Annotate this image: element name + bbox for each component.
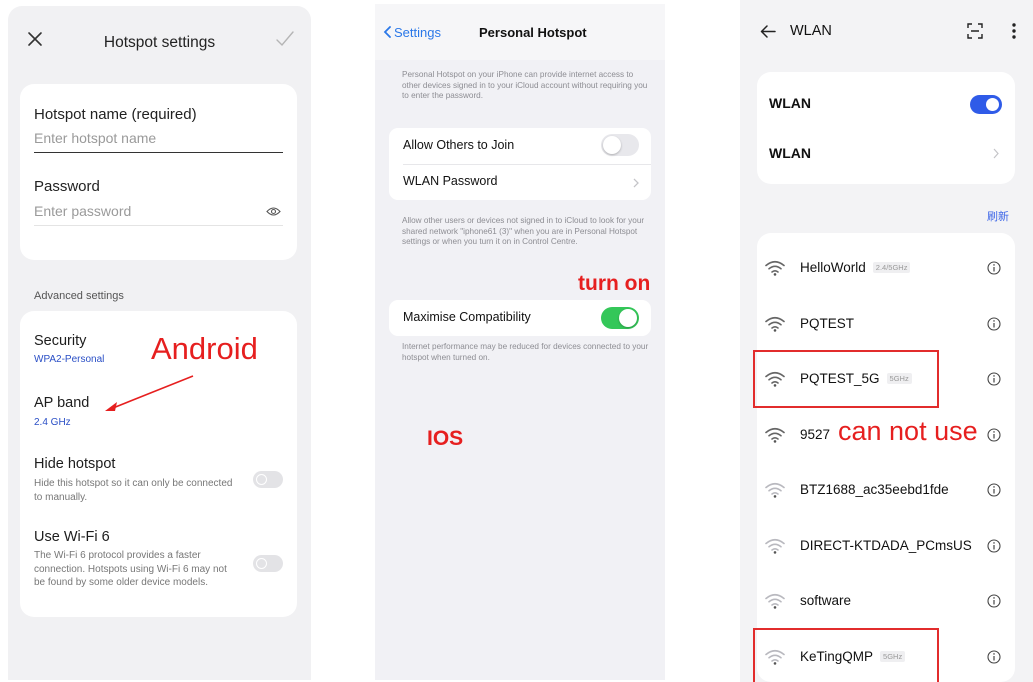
turn-on-annotation: turn on: [578, 272, 651, 295]
hide-hotspot-title: Hide hotspot: [34, 456, 116, 472]
ios-navbar: Settings Personal Hotspot: [375, 4, 665, 60]
wifi-icon: [765, 538, 785, 554]
info-icon[interactable]: [987, 427, 1001, 442]
highlight-box: [753, 627, 939, 682]
refresh-button[interactable]: 刷新: [987, 208, 1009, 224]
ios-hotspot-screen: Settings Personal Hotspot Personal Hotsp…: [375, 4, 665, 680]
password-input[interactable]: Enter password: [34, 203, 283, 226]
hide-hotspot-toggle[interactable]: [253, 471, 283, 488]
ios-annotation: IOS: [427, 427, 464, 450]
network-ssid: BTZ1688_ac35eebd1fde: [800, 482, 949, 497]
info-icon[interactable]: [987, 372, 1001, 386]
network-item[interactable]: PQTEST: [757, 305, 1015, 345]
wifi-icon: [765, 427, 785, 443]
join-settings-card: Allow Others to Join WLAN Password: [389, 128, 651, 200]
page-title: Personal Hotspot: [479, 25, 587, 40]
network-ssid: software: [800, 593, 851, 608]
network-list: HelloWorld 2.4/5GHz PQTEST PQTEST_5G 5GHz 952…: [753, 233, 1015, 682]
scan-icon[interactable]: [967, 23, 983, 39]
icloud-note: Allow other users or devices not signed …: [402, 216, 645, 246]
network-ssid: DIRECT-KTDADA_PCmsUS: [800, 538, 972, 553]
info-icon[interactable]: [987, 649, 1001, 664]
wifi6-title: Use Wi-Fi 6: [34, 529, 110, 545]
network-item[interactable]: BTZ1688_ac35eebd1fde: [757, 471, 1015, 511]
info-icon[interactable]: [987, 483, 1001, 497]
hide-hotspot-desc: Hide this hotspot so it can only be conn…: [34, 478, 233, 503]
security-title[interactable]: Security: [34, 333, 86, 349]
network-item[interactable]: DIRECT-KTDADA_PCmsUS: [757, 527, 1015, 567]
highlight-box: [753, 350, 939, 408]
info-icon[interactable]: [987, 594, 1001, 608]
wlan-screen: WLAN WLAN WLAN 刷新 HelloWorld 2.4/5GHz PQTE…: [740, 0, 1033, 682]
network-name: PQTEST: [800, 315, 855, 331]
network-name: 9527: [800, 426, 831, 442]
back-button[interactable]: Settings: [383, 25, 441, 40]
info-icon[interactable]: [987, 538, 1001, 553]
hotspot-basic-card: Hotspot name (required) Enter hotspot na…: [20, 84, 297, 260]
network-item[interactable]: software: [757, 582, 1015, 622]
info-icon[interactable]: [987, 261, 1001, 275]
more-vertical-icon[interactable]: [1012, 22, 1016, 40]
page-title: WLAN: [790, 23, 832, 39]
info-icon[interactable]: [987, 316, 1001, 331]
wifi6-toggle[interactable]: [253, 555, 283, 572]
network-name: HelloWorld: [800, 260, 866, 275]
network-name: BTZ1688_ac35eebd1fde: [800, 482, 949, 497]
wifi-icon: [765, 316, 785, 332]
wlan-header: WLAN: [740, 0, 1033, 64]
wifi-icon: [765, 482, 785, 498]
allow-others-label: Allow Others to Join: [403, 138, 515, 152]
wlan-password-label[interactable]: WLAN Password: [403, 174, 497, 188]
android-hotspot-screen: Hotspot settings Hotspot name (required)…: [8, 6, 311, 680]
network-item[interactable]: HelloWorld 2.4/5GHz: [757, 249, 1015, 289]
android-titlebar: Hotspot settings: [8, 6, 311, 82]
advanced-settings-heading: Advanced settings: [34, 290, 124, 302]
frequency-badge: 2.4/5GHz: [872, 262, 911, 273]
cannot-use-annotation: can not use: [838, 416, 978, 446]
ap-band-title[interactable]: AP band: [34, 395, 89, 411]
network-name: software: [800, 593, 852, 608]
chevron-right-icon: [993, 148, 999, 159]
android-annotation: Android: [151, 331, 258, 366]
chevron-left-icon: [383, 26, 391, 38]
hotspot-name-input[interactable]: Enter hotspot name: [34, 130, 283, 153]
maximise-compat-label: Maximise Compatibility: [403, 310, 531, 324]
maximise-compat-toggle[interactable]: [601, 307, 639, 329]
chevron-right-icon: [633, 178, 639, 188]
wifi-icon: [765, 593, 785, 609]
intro-note: Personal Hotspot on your iPhone can prov…: [402, 70, 648, 100]
network-ssid: 9527: [800, 427, 830, 442]
compatibility-card: Maximise Compatibility: [389, 300, 651, 336]
network-ssid: PQTEST: [800, 316, 854, 331]
page-title: Hotspot settings: [103, 34, 216, 51]
wifi-icon: [765, 260, 785, 276]
ap-band-value: 2.4 GHz: [34, 417, 71, 428]
compat-note: Internet performance may be reduced for …: [402, 342, 649, 362]
network-name: DIRECT-KTDADA_PCmsUS: [800, 537, 972, 553]
password-label: Password: [34, 178, 100, 195]
wifi6-desc: The Wi-Fi 6 protocol provides a faster c…: [34, 550, 227, 588]
allow-others-toggle[interactable]: [601, 134, 639, 156]
back-arrow-icon[interactable]: [760, 25, 776, 38]
network-ssid: HelloWorld 2.4/5GHz: [800, 260, 911, 275]
wlan-toggle-card: WLAN WLAN: [757, 72, 1015, 184]
wlan-toggle-label: WLAN: [769, 95, 811, 111]
check-icon[interactable]: [275, 30, 295, 48]
wlan-settings-row[interactable]: WLAN: [769, 145, 811, 161]
back-label: Settings: [394, 25, 441, 40]
eye-icon[interactable]: [266, 206, 281, 217]
wlan-toggle[interactable]: [970, 95, 1002, 114]
hotspot-name-label: Hotspot name (required): [34, 106, 197, 123]
security-value: WPA2-Personal: [34, 354, 105, 365]
